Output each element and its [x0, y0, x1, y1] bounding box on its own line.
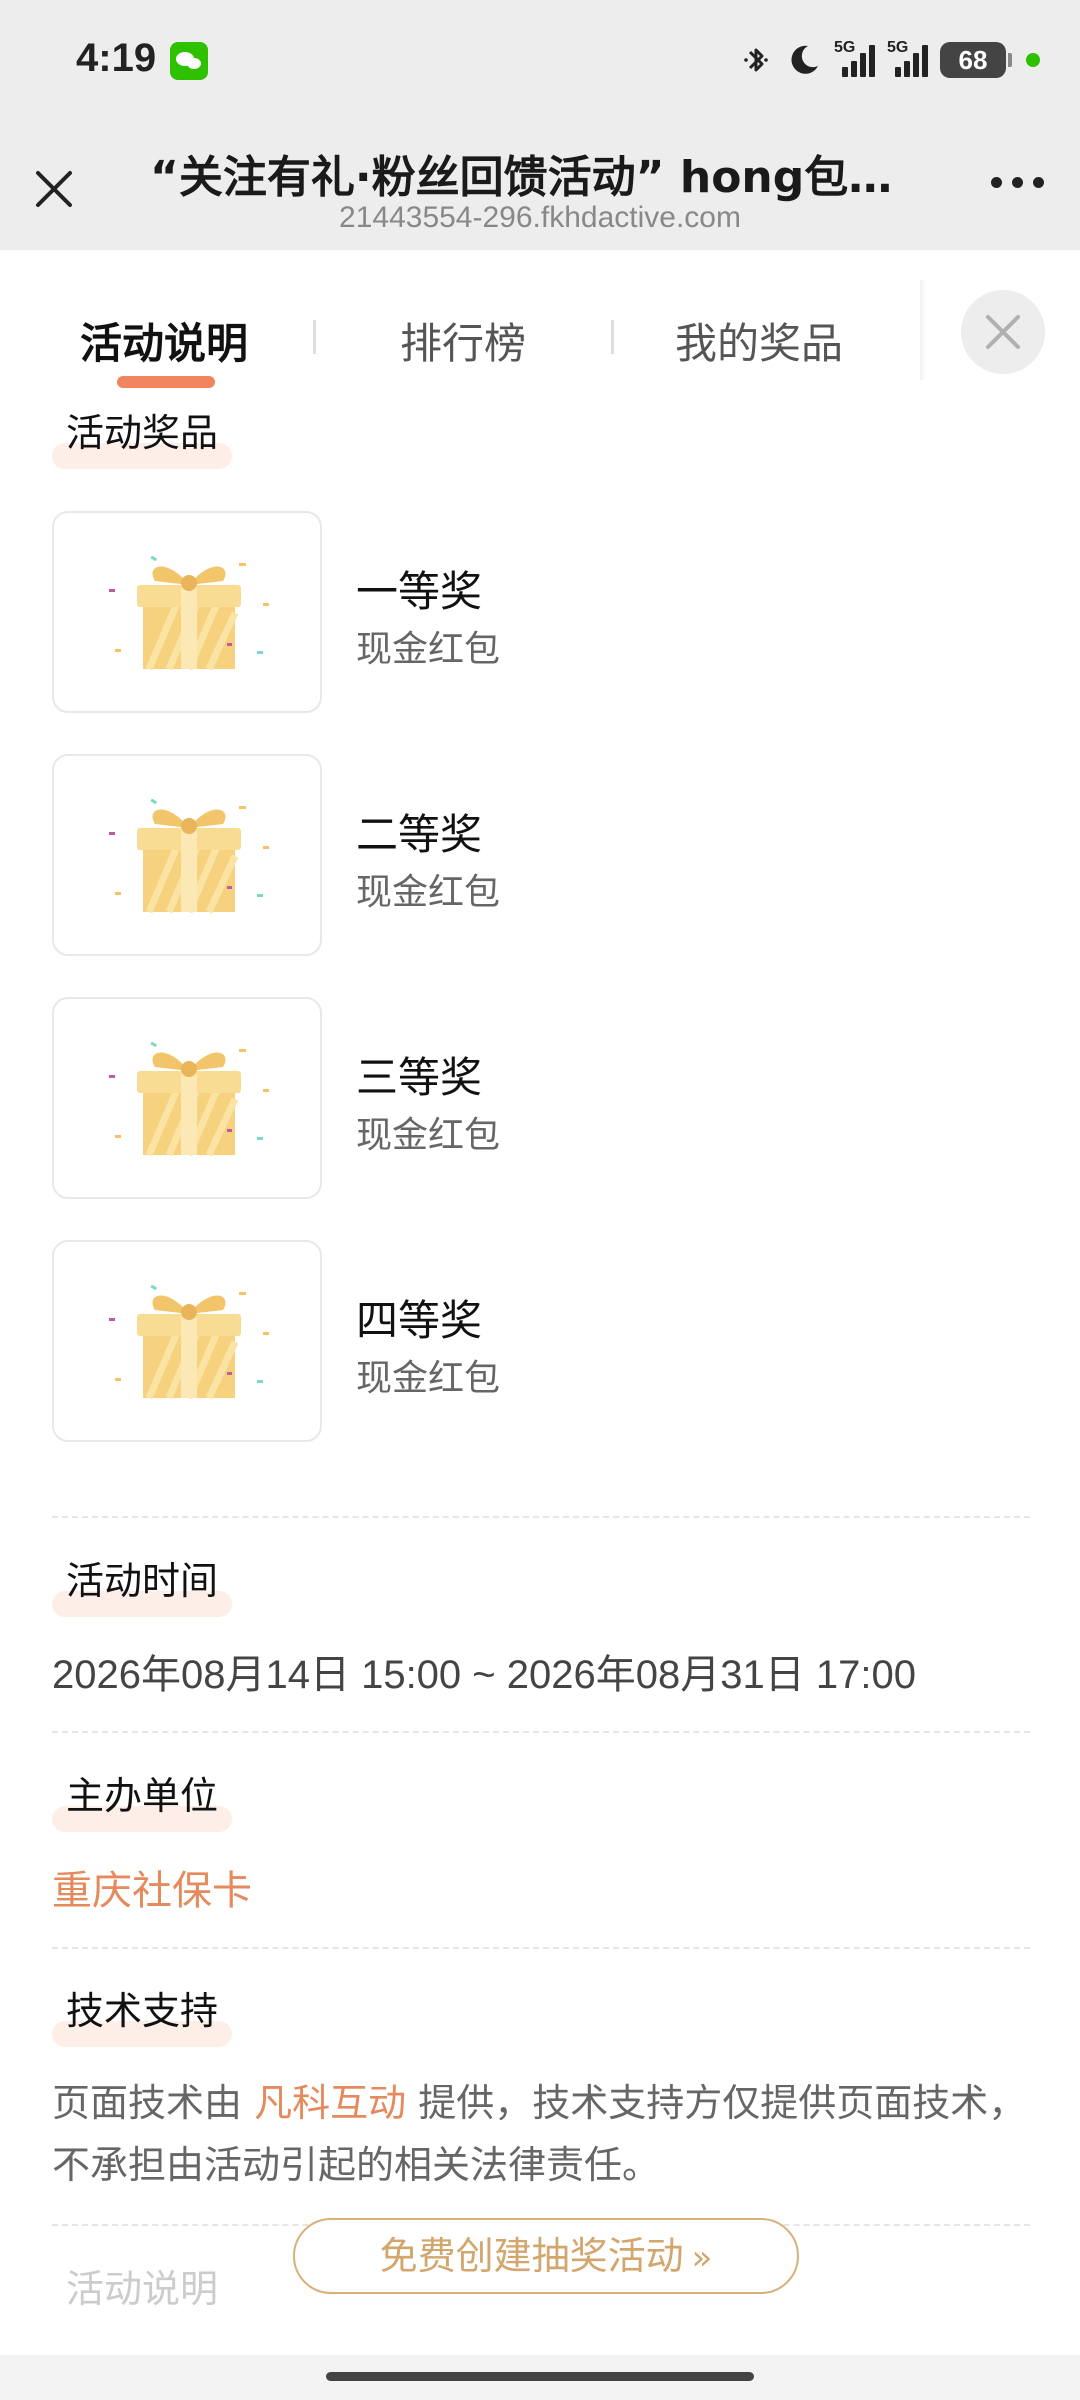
moon-icon — [786, 42, 822, 78]
prize-desc: 现金红包 — [356, 1358, 501, 1399]
tab-divider — [313, 320, 316, 354]
section-title-prizes: 活动奖品 — [52, 402, 233, 469]
prize-image — [52, 511, 322, 713]
support-text: 页面技术由 凡科互动 提供，技术支持方仅提供页面技术，不承担由活动引起的相关法律… — [52, 2072, 1032, 2196]
double-chevron-right-icon: » — [691, 2238, 713, 2278]
create-lottery-button[interactable]: 免费创建抽奖活动» — [293, 2218, 799, 2294]
prize-name: 一等奖 — [356, 567, 483, 616]
battery-icon: 68 — [940, 42, 1012, 78]
prize-name: 三等奖 — [356, 1053, 483, 1102]
prize-name: 二等奖 — [356, 810, 483, 859]
section-divider — [52, 1947, 1030, 1949]
signal-icon: 5G — [887, 39, 928, 77]
faded-section-title: 活动说明 — [66, 2267, 219, 2311]
wechat-icon — [170, 42, 208, 80]
signal-icon: 5G — [834, 39, 875, 77]
signal-label: 5G — [887, 39, 909, 56]
gift-box-icon — [109, 1284, 269, 1400]
status-icons: 5G 5G 68 — [738, 38, 1040, 82]
prize-desc: 现金红包 — [356, 872, 501, 913]
gift-box-icon — [109, 555, 269, 671]
home-indicator[interactable] — [326, 2372, 754, 2381]
support-prefix: 页面技术由 — [52, 2081, 255, 2125]
section-title-time: 活动时间 — [52, 1550, 233, 1617]
prize-image — [52, 754, 322, 956]
tab-leaderboard[interactable]: 排行榜 — [400, 310, 526, 371]
tab-my-prizes[interactable]: 我的奖品 — [675, 310, 843, 371]
gift-box-icon — [109, 1041, 269, 1157]
organizer-link[interactable]: 重庆社保卡 — [52, 1858, 252, 1916]
privacy-indicator-dot — [1026, 53, 1040, 67]
prize-image — [52, 1240, 322, 1442]
prize-desc: 现金红包 — [356, 629, 501, 670]
gift-box-icon — [109, 798, 269, 914]
tab-bar: 活动说明 排行榜 我的奖品 — [0, 250, 1080, 400]
prize-desc: 现金红包 — [356, 1115, 501, 1156]
section-divider — [52, 1516, 1030, 1518]
support-provider-link[interactable]: 凡科互动 — [254, 2081, 406, 2125]
page-url: 21443554-296.fkhdactive.com — [339, 201, 741, 234]
tab-divider — [611, 320, 614, 354]
section-title-organizer: 主办单位 — [52, 1765, 233, 1832]
create-lottery-label: 免费创建抽奖活动 — [379, 2234, 684, 2278]
status-bar: 4:19 5G 5G 68 — [0, 0, 1080, 125]
close-icon — [986, 315, 1020, 349]
browser-nav-bar: “关注有礼·粉丝回馈活动” hong包等... 21443554-296.fkh… — [0, 125, 1080, 250]
status-time: 4:19 — [76, 36, 157, 80]
close-icon[interactable] — [28, 163, 80, 215]
activity-time: 2026年08月14日 15:00 ~ 2026年08月31日 17:00 — [52, 1653, 916, 1697]
bluetooth-icon — [738, 42, 774, 78]
prize-image — [52, 997, 322, 1199]
signal-label: 5G — [834, 39, 856, 56]
prize-name: 四等奖 — [356, 1296, 483, 1345]
close-panel-button[interactable] — [961, 290, 1045, 374]
tab-activity-info[interactable]: 活动说明 — [80, 310, 248, 371]
tab-fade-divider — [920, 280, 926, 380]
section-divider — [52, 1731, 1030, 1733]
page-title: “关注有礼·粉丝回馈活动” hong包等... — [150, 152, 930, 203]
more-options-icon[interactable] — [991, 177, 1044, 188]
section-title-support: 技术支持 — [52, 1980, 233, 2047]
active-tab-indicator — [117, 376, 215, 388]
